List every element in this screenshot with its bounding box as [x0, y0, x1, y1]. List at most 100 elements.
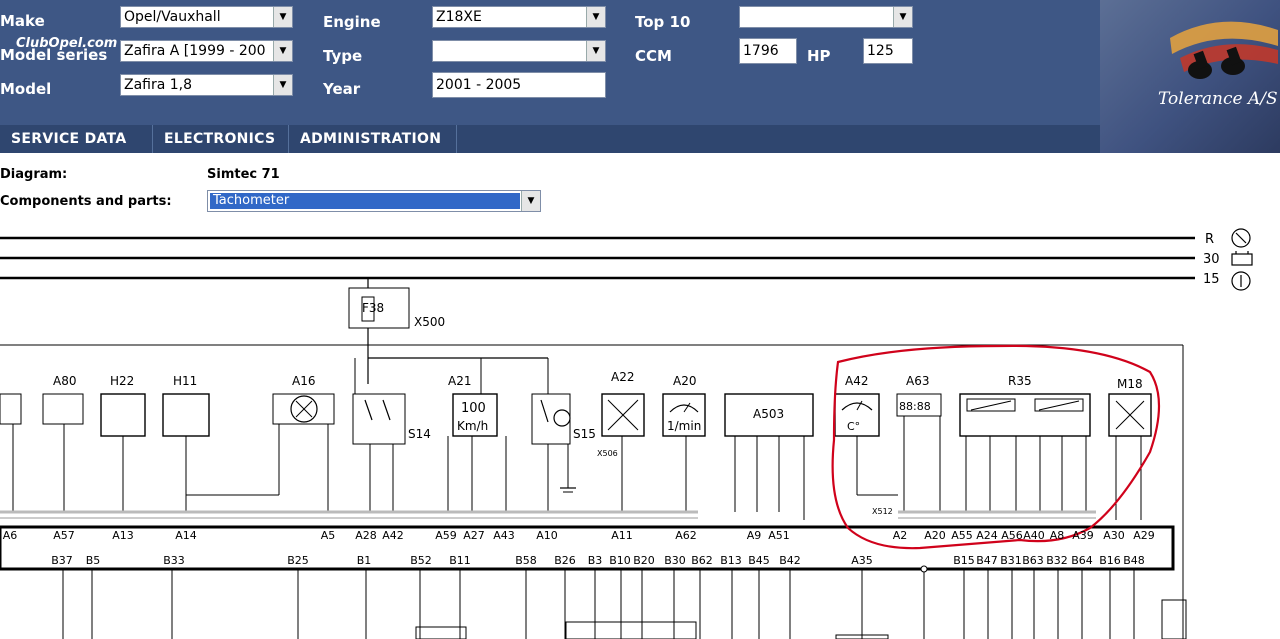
clubopel-watermark: ClubOpel.com [16, 36, 118, 51]
chevron-down-icon[interactable]: ▼ [521, 191, 540, 211]
component-label: H22 [110, 374, 134, 388]
ignition-key-icon [1231, 228, 1251, 248]
ignition-on-icon [1231, 271, 1251, 291]
lower-pin-b33: B33 [163, 554, 185, 567]
upper-pin-a10: A10 [536, 529, 558, 542]
speedometer-unit: Km/h [457, 419, 488, 433]
tab-electronics[interactable]: ELECTRONICS [153, 125, 289, 153]
clock-digits: 88:88 [899, 400, 931, 413]
components-label: Components and parts: [0, 194, 172, 209]
tolerance-logo [1170, 21, 1278, 79]
ccm-label: CCM [635, 47, 672, 65]
lower-pin-b30: B30 [664, 554, 686, 567]
lower-pin-b25: B25 [287, 554, 309, 567]
chevron-down-icon[interactable]: ▼ [273, 7, 292, 27]
lower-pin-b47: B47 [976, 554, 998, 567]
type-label: Type [323, 47, 363, 65]
chevron-down-icon[interactable]: ▼ [893, 7, 912, 27]
chevron-down-icon[interactable]: ▼ [586, 7, 605, 27]
lower-pin-b64: B64 [1071, 554, 1093, 567]
lower-pin-b42: B42 [779, 554, 801, 567]
model-series-select-value: Zafira A [1999 - 200 [124, 43, 266, 59]
hp-field[interactable]: 125 [863, 38, 913, 64]
upper-pin-a14: A14 [175, 529, 197, 542]
tab-administration[interactable]: ADMINISTRATION [289, 125, 457, 153]
component-label: H11 [173, 374, 197, 388]
lower-pin-b3: B3 [588, 554, 603, 567]
component-label: A63 [906, 374, 929, 388]
upper-pin-a27: A27 [463, 529, 485, 542]
lower-pin-b58: B58 [515, 554, 537, 567]
upper-pin-a29: A29 [1133, 529, 1155, 542]
upper-pin-a42: A42 [382, 529, 404, 542]
components-select-value: Tachometer [209, 192, 521, 210]
component-label: A503 [753, 407, 784, 421]
fuse-label: F38 [362, 301, 384, 315]
lower-pin-labels: B37 B5 B33 B25 B1 B52 B11 B58 B26 B3 B10 B20 B30 B62 B… [51, 554, 1145, 567]
lower-pin-b5: B5 [86, 554, 101, 567]
upper-pin-a62: A62 [675, 529, 697, 542]
component-label: A22 [611, 370, 634, 384]
upper-pin-a13: A13 [112, 529, 134, 542]
make-select-value: Opel/Vauxhall [124, 9, 221, 25]
components-select[interactable]: Tachometer ▼ [207, 190, 541, 212]
engine-label: Engine [323, 13, 381, 31]
model-series-select[interactable]: Zafira A [1999 - 200 ▼ [120, 40, 293, 62]
upper-pin-a5: A5 [321, 529, 336, 542]
type-select[interactable]: ▼ [432, 40, 606, 62]
lower-pin-b11: B11 [449, 554, 471, 567]
diagram-label: Diagram: [0, 167, 68, 182]
lower-pin-b15: B15 [953, 554, 975, 567]
model-select[interactable]: Zafira 1,8 ▼ [120, 74, 293, 96]
year-field[interactable]: 2001 - 2005 [432, 72, 606, 98]
upper-pin-a40: A40 [1023, 529, 1045, 542]
upper-pin-a51: A51 [768, 529, 790, 542]
component-label: A20 [673, 374, 696, 388]
upper-pin-a8: A8 [1050, 529, 1065, 542]
tachometer-unit: 1/min [667, 419, 701, 433]
upper-pin-a28: A28 [355, 529, 377, 542]
upper-pin-a20: A20 [924, 529, 946, 542]
component-labels: A80 H22 H11 A16 S14 A21 S15 A22 A20 A503… [53, 370, 1143, 441]
chevron-down-icon[interactable]: ▼ [273, 75, 292, 95]
model-select-value: Zafira 1,8 [124, 77, 193, 93]
lower-pin-b63: B63 [1022, 554, 1044, 567]
top10-select[interactable]: ▼ [739, 6, 913, 28]
engine-select[interactable]: Z18XE ▼ [432, 6, 606, 28]
lower-pin-b10: B10 [609, 554, 631, 567]
chevron-down-icon[interactable]: ▼ [586, 41, 605, 61]
lower-pin-b1: B1 [357, 554, 372, 567]
wiring-diagram[interactable]: R 30 15 F38 X500 A80 H22 H11 A16 S14 A21… [0, 224, 1280, 639]
component-label: A21 [448, 374, 471, 388]
chevron-down-icon[interactable]: ▼ [273, 41, 292, 61]
component-label: R35 [1008, 374, 1032, 388]
temperature-unit: C° [847, 420, 860, 433]
tab-service-data[interactable]: SERVICE DATA [0, 125, 153, 153]
make-select[interactable]: Opel/Vauxhall ▼ [120, 6, 293, 28]
brand-name: Tolerance A/S [1158, 89, 1278, 109]
make-label: Make [0, 12, 45, 30]
year-label: Year [323, 80, 361, 98]
upper-pin-a57: A57 [53, 529, 75, 542]
lower-pin-b45: B45 [748, 554, 770, 567]
upper-pin-a59: A59 [435, 529, 457, 542]
ccm-field[interactable]: 1796 [739, 38, 797, 64]
lower-pin-b16: B16 [1099, 554, 1121, 567]
component-label: S15 [573, 427, 596, 441]
fuse-connector-label: X500 [414, 315, 445, 329]
lower-pin-b32: B32 [1046, 554, 1068, 567]
upper-pin-a11: A11 [611, 529, 633, 542]
lower-pin-b31: B31 [1000, 554, 1022, 567]
upper-pin-a2: A2 [893, 529, 908, 542]
engine-select-value: Z18XE [436, 9, 482, 25]
upper-pin-a24: A24 [976, 529, 998, 542]
rail-label-r: R [1205, 232, 1214, 247]
connector-x512-label: X512 [872, 507, 893, 516]
component-label: A80 [53, 374, 76, 388]
lower-pin-a35: A35 [851, 554, 873, 567]
diagram-value: Simtec 71 [207, 167, 280, 182]
lower-pin-b48: B48 [1123, 554, 1145, 567]
upper-pin-a39: A39 [1072, 529, 1094, 542]
hp-label: HP [807, 47, 831, 65]
component-label: A16 [292, 374, 315, 388]
